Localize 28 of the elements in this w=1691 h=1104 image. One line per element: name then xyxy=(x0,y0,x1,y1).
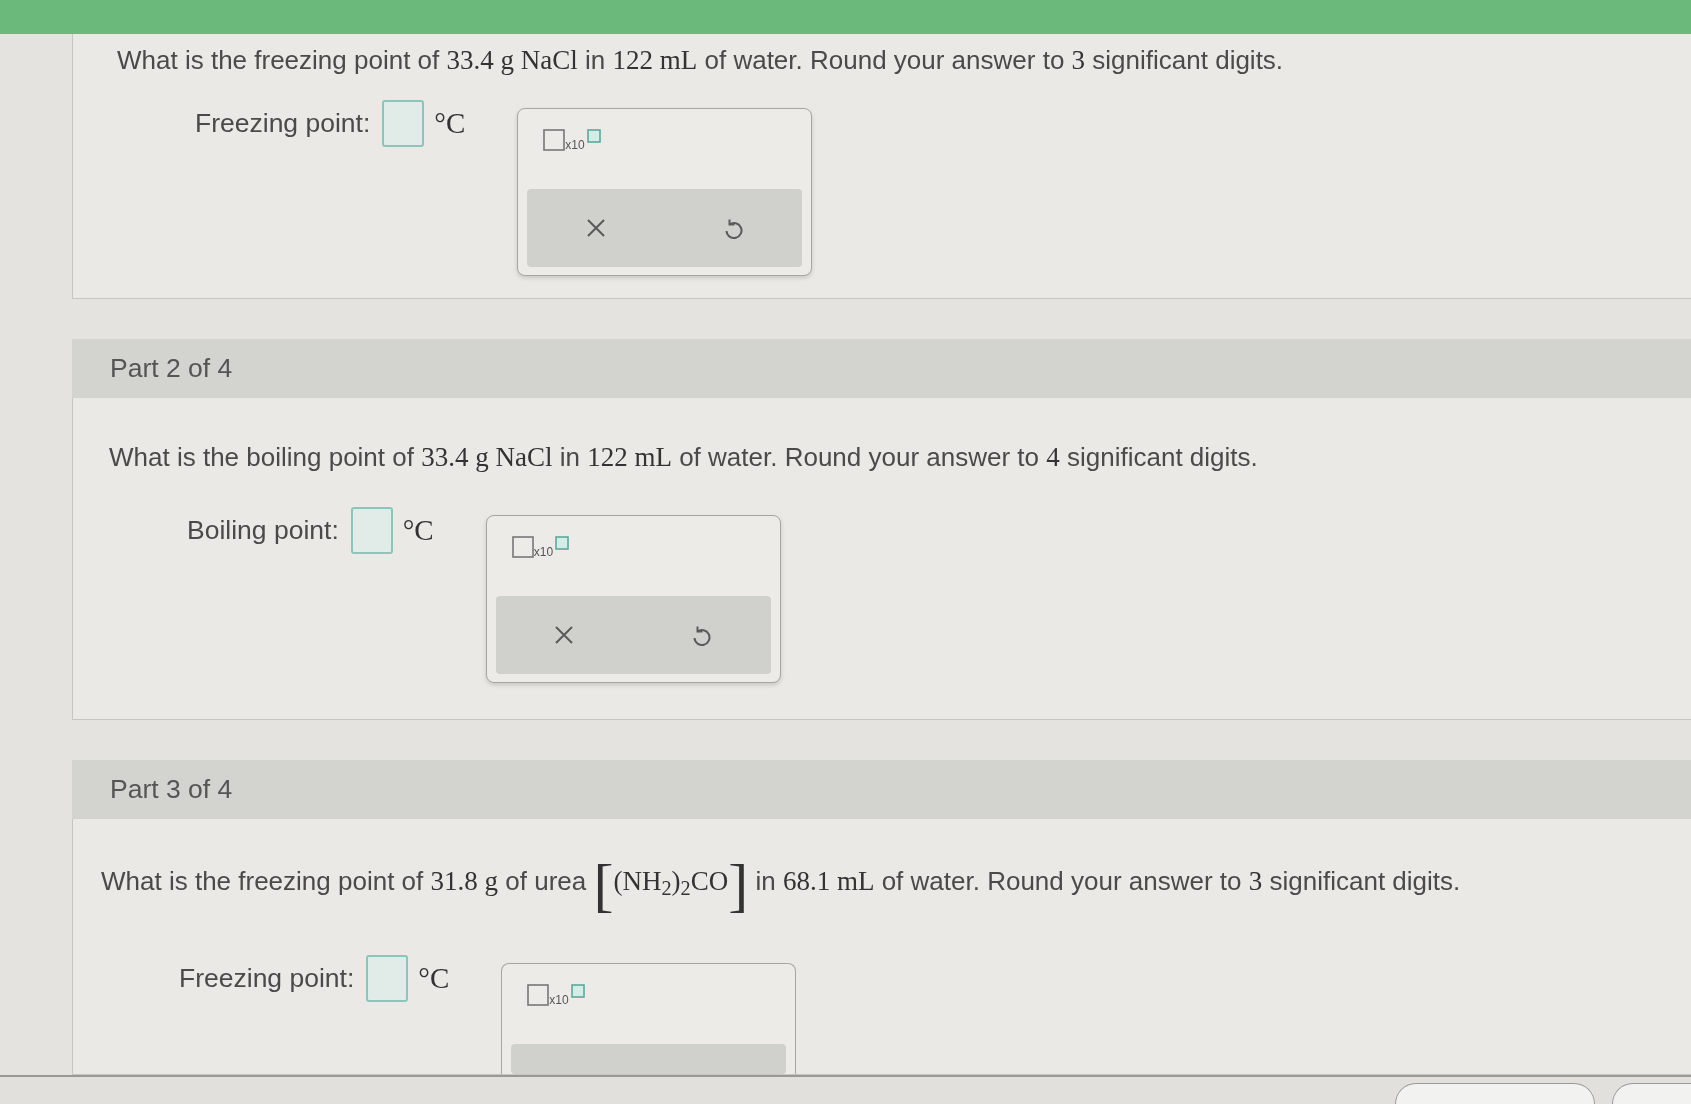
answer-label: Freezing point: xyxy=(195,106,371,140)
undo-icon xyxy=(691,624,712,646)
footer-button[interactable] xyxy=(1612,1083,1691,1104)
empty-box-icon xyxy=(543,129,566,151)
answer-field[interactable] xyxy=(366,955,409,1002)
exponent-template-button[interactable]: x10 xyxy=(525,982,587,1008)
empty-box-icon xyxy=(511,536,534,558)
unit-label: °C xyxy=(418,960,450,996)
question-text: What is the boiling point of 33.4 g NaCl in 122 mL of water. Round your answer to 4 significant digits. xyxy=(109,441,1259,474)
answer-label: Freezing point: xyxy=(179,961,355,995)
part-header: Part 3 of 4 xyxy=(72,760,1691,819)
answer-label: Boiling point: xyxy=(187,513,339,547)
exponent-template-button[interactable]: x10 xyxy=(541,127,603,153)
x-icon xyxy=(554,625,575,645)
undo-icon xyxy=(723,217,744,239)
unit-label: °C xyxy=(434,105,466,141)
footer-button[interactable] xyxy=(1395,1083,1595,1104)
x-icon xyxy=(586,218,606,238)
answer-field[interactable] xyxy=(350,507,393,554)
answer-field[interactable] xyxy=(382,100,425,147)
unit-label: °C xyxy=(402,512,434,548)
empty-box-icon xyxy=(570,984,585,998)
empty-box-icon xyxy=(555,536,570,550)
empty-box-icon xyxy=(586,129,601,143)
part-header: Part 2 of 4 xyxy=(72,339,1691,398)
question-text: What is the freezing point of 33.4 g NaCl in 122 mL of water. Round your answer to 3 significant digits. xyxy=(117,44,1285,77)
exponent-template-button[interactable]: x10 xyxy=(509,534,572,560)
empty-box-icon xyxy=(527,984,550,1006)
